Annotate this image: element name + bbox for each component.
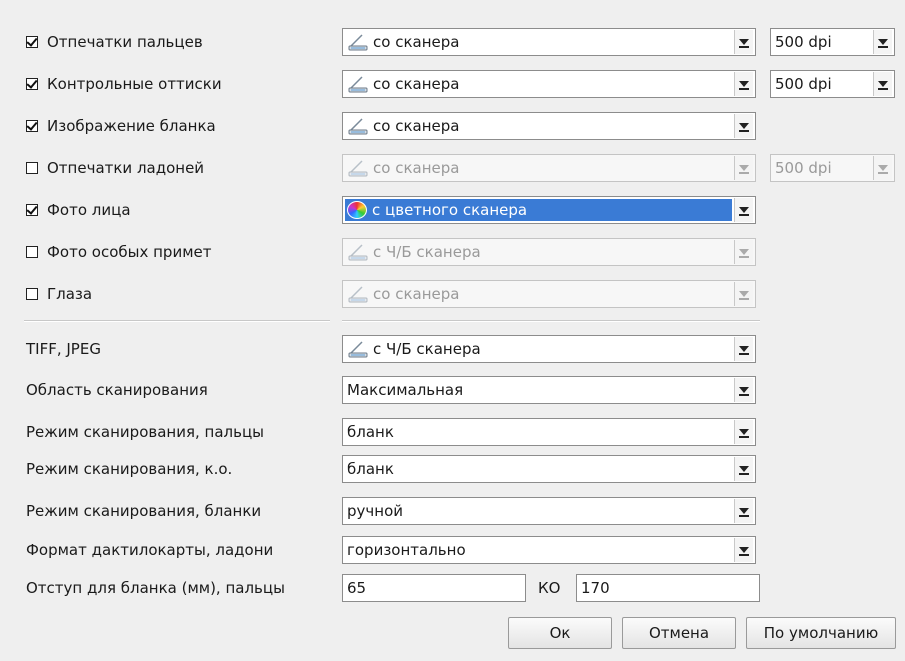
checkbox-control[interactable]: Контрольные оттиски xyxy=(26,69,222,99)
chevron-down-icon xyxy=(873,156,892,180)
face-source-value: с цветного сканера xyxy=(372,201,528,219)
cancel-button[interactable]: Отмена xyxy=(622,617,736,649)
card-format-value: горизонтально xyxy=(347,541,466,559)
checkbox-fingerprints[interactable]: Отпечатки пальцев xyxy=(26,27,203,57)
fingerprints-source-value: со сканера xyxy=(373,33,460,51)
chevron-down-icon[interactable] xyxy=(734,457,753,481)
eyes-source-value: со сканера xyxy=(373,285,460,303)
scanner-icon xyxy=(348,341,368,358)
offset-ko-input[interactable]: 170 xyxy=(576,574,760,602)
offset-ko-label: КО xyxy=(538,579,561,597)
eyes-source-select: со сканера xyxy=(342,280,756,308)
marks-source-value: с Ч/Б сканера xyxy=(373,243,481,261)
chevron-down-icon[interactable] xyxy=(734,420,753,444)
control-checkbox[interactable] xyxy=(26,78,38,90)
checkbox-eyes[interactable]: Глаза xyxy=(26,279,92,309)
tiff-value: с Ч/Б сканера xyxy=(373,340,481,358)
control-source-value: со сканера xyxy=(373,75,460,93)
fingerprints-source-select[interactable]: со сканера xyxy=(342,28,756,56)
scanner-icon xyxy=(348,286,368,303)
palms-source-value: со сканера xyxy=(373,159,460,177)
chevron-down-icon[interactable] xyxy=(734,198,753,222)
chevron-down-icon xyxy=(734,156,753,180)
area-select[interactable]: Максимальная xyxy=(342,376,756,404)
palms-dpi-select: 500 dpi xyxy=(770,154,895,182)
blank-label: Изображение бланка xyxy=(47,117,216,135)
defaults-button[interactable]: По умолчанию xyxy=(746,617,896,649)
chevron-down-icon[interactable] xyxy=(734,337,753,361)
blank-source-select[interactable]: со сканера xyxy=(342,112,756,140)
mode-blanks-label: Режим сканирования, бланки xyxy=(26,502,262,520)
control-source-select[interactable]: со сканера xyxy=(342,70,756,98)
fingerprints-checkbox[interactable] xyxy=(26,36,38,48)
checkbox-palms[interactable]: Отпечатки ладоней xyxy=(26,153,204,183)
mode-blanks-select[interactable]: ручной xyxy=(342,497,756,525)
face-source-select[interactable]: с цветного сканера xyxy=(342,196,756,224)
checkbox-blank[interactable]: Изображение бланка xyxy=(26,111,216,141)
scanner-icon xyxy=(348,76,368,93)
control-label: Контрольные оттиски xyxy=(47,75,222,93)
fingerprints-dpi-value: 500 dpi xyxy=(775,33,832,51)
mode-fingers-value: бланк xyxy=(347,423,394,441)
scanner-icon xyxy=(348,34,368,51)
palms-source-select: со сканера xyxy=(342,154,756,182)
mode-ko-value: бланк xyxy=(347,460,394,478)
palms-dpi-value: 500 dpi xyxy=(775,159,832,177)
ok-button[interactable]: Ок xyxy=(508,617,612,649)
palms-label: Отпечатки ладоней xyxy=(47,159,205,177)
chevron-down-icon xyxy=(734,282,753,306)
face-label: Фото лица xyxy=(47,201,131,219)
card-format-select[interactable]: горизонтально xyxy=(342,536,756,564)
mode-ko-label: Режим сканирования, к.о. xyxy=(26,460,233,478)
scanner-icon xyxy=(348,244,368,261)
fingerprints-dpi-select[interactable]: 500 dpi xyxy=(770,28,895,56)
control-dpi-select[interactable]: 500 dpi xyxy=(770,70,895,98)
blank-checkbox[interactable] xyxy=(26,120,38,132)
chevron-down-icon[interactable] xyxy=(734,499,753,523)
fingerprints-label: Отпечатки пальцев xyxy=(47,33,203,51)
palms-checkbox[interactable] xyxy=(26,162,38,174)
color-scanner-icon xyxy=(347,201,367,219)
offset-fingers-input[interactable]: 65 xyxy=(342,574,526,602)
blank-source-value: со сканера xyxy=(373,117,460,135)
chevron-down-icon[interactable] xyxy=(734,378,753,402)
checkbox-marks[interactable]: Фото особых примет xyxy=(26,237,211,267)
marks-checkbox[interactable] xyxy=(26,246,38,258)
scanner-icon xyxy=(348,160,368,177)
mode-fingers-label: Режим сканирования, пальцы xyxy=(26,423,265,441)
chevron-down-icon[interactable] xyxy=(873,30,892,54)
offset-label: Отступ для бланка (мм), пальцы xyxy=(26,579,285,597)
control-dpi-value: 500 dpi xyxy=(775,75,832,93)
mode-fingers-select[interactable]: бланк xyxy=(342,418,756,446)
chevron-down-icon[interactable] xyxy=(734,114,753,138)
chevron-down-icon[interactable] xyxy=(734,30,753,54)
tiff-select[interactable]: с Ч/Б сканера xyxy=(342,335,756,363)
mode-blanks-value: ручной xyxy=(347,502,403,520)
chevron-down-icon xyxy=(734,240,753,264)
area-label: Область сканирования xyxy=(26,381,208,399)
chevron-down-icon[interactable] xyxy=(873,72,892,96)
eyes-label: Глаза xyxy=(47,285,93,303)
separator xyxy=(342,320,760,322)
mode-ko-select[interactable]: бланк xyxy=(342,455,756,483)
face-checkbox[interactable] xyxy=(26,204,38,216)
eyes-checkbox[interactable] xyxy=(26,288,38,300)
card-format-label: Формат дактилокарты, ладони xyxy=(26,541,274,559)
separator xyxy=(24,320,330,322)
marks-label: Фото особых примет xyxy=(47,243,212,261)
area-value: Максимальная xyxy=(347,381,464,399)
tiff-label: TIFF, JPEG xyxy=(26,340,101,358)
checkbox-face[interactable]: Фото лица xyxy=(26,195,131,225)
chevron-down-icon[interactable] xyxy=(734,72,753,96)
marks-source-select: с Ч/Б сканера xyxy=(342,238,756,266)
chevron-down-icon[interactable] xyxy=(734,538,753,562)
scanner-icon xyxy=(348,118,368,135)
